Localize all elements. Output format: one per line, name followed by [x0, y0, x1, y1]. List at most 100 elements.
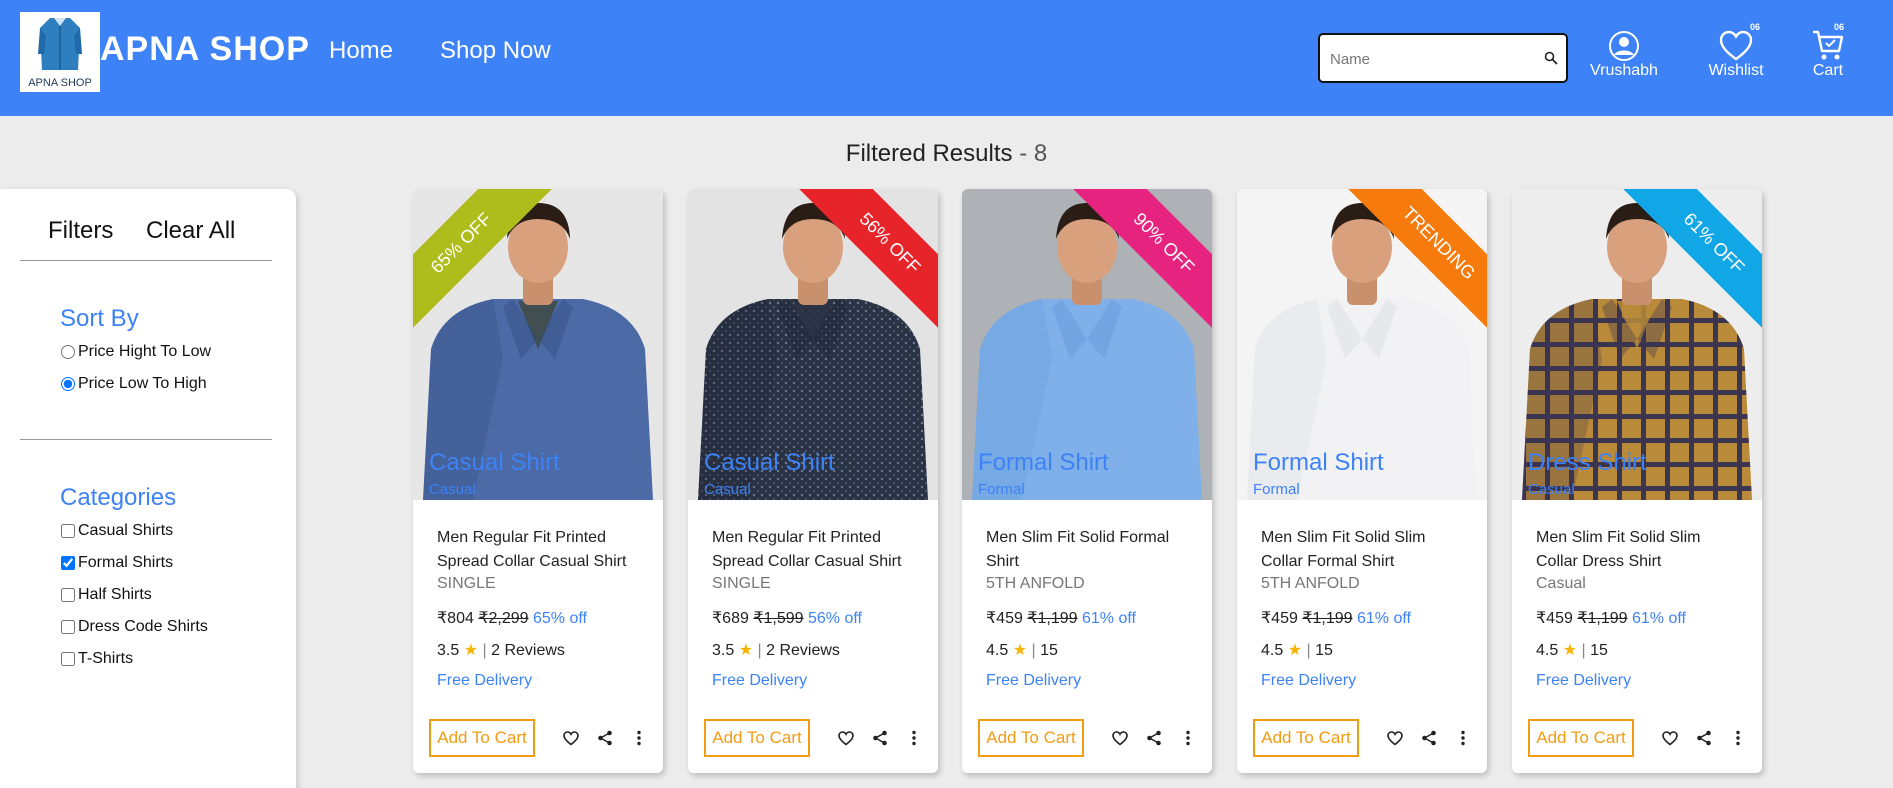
- nav-home[interactable]: Home: [329, 37, 393, 65]
- product-price: ₹459 ₹1,199 61% off: [1261, 608, 1411, 628]
- brand-name[interactable]: APNA SHOP: [100, 30, 310, 69]
- wishlist-heart-icon[interactable]: [1384, 727, 1406, 749]
- share-icon[interactable]: [594, 727, 616, 749]
- wishlist-heart-icon[interactable]: [560, 727, 582, 749]
- rating-separator: |: [757, 642, 762, 659]
- sale-price: ₹459: [986, 610, 1023, 627]
- product-name[interactable]: Men Slim Fit Solid Formal Shirt: [986, 526, 1196, 574]
- discount-percent: 61% off: [1357, 610, 1411, 627]
- overlay-category: Dress Shirt: [1528, 449, 1647, 476]
- product-name[interactable]: Men Slim Fit Solid Slim Collar Dress Shi…: [1536, 526, 1746, 574]
- product-photo[interactable]: 56% OFF Casual Shirt Casual: [688, 189, 938, 500]
- review-count: 2 Reviews: [766, 642, 840, 659]
- product-card[interactable]: 90% OFF Formal Shirt Formal Men Slim Fit…: [962, 189, 1212, 773]
- product-photo[interactable]: 65% OFF Casual Shirt Casual: [413, 189, 663, 500]
- rating-value: 4.5: [1261, 642, 1284, 659]
- add-to-cart-button[interactable]: Add To Cart: [429, 719, 535, 757]
- product-card[interactable]: TRENDING Formal Shirt Formal Men Slim Fi…: [1237, 189, 1487, 773]
- original-price: ₹1,199: [1577, 610, 1628, 627]
- overlay-category: Formal Shirt: [1253, 449, 1384, 476]
- category-half-shirts[interactable]: Half Shirts: [60, 586, 152, 604]
- add-to-cart-button[interactable]: Add To Cart: [704, 719, 810, 757]
- category-formal-shirts[interactable]: Formal Shirts: [60, 554, 173, 572]
- nav-shop-now[interactable]: Shop Now: [440, 37, 551, 65]
- product-photo[interactable]: TRENDING Formal Shirt Formal: [1237, 189, 1487, 500]
- category-checkbox[interactable]: [61, 620, 75, 634]
- add-to-cart-button[interactable]: Add To Cart: [978, 719, 1084, 757]
- more-options-icon[interactable]: [1452, 727, 1474, 749]
- sort-option-label: Price Hight To Low: [78, 343, 212, 360]
- product-card[interactable]: 56% OFF Casual Shirt Casual Men Regular …: [688, 189, 938, 773]
- more-options-icon[interactable]: [1177, 727, 1199, 749]
- search-icon[interactable]: [1544, 50, 1558, 69]
- search-box: [1318, 33, 1568, 83]
- sort-option-high-low[interactable]: Price Hight To Low: [60, 343, 211, 361]
- wishlist-heart-icon[interactable]: [1659, 727, 1681, 749]
- category-checkbox[interactable]: [61, 524, 75, 538]
- offer-ribbon: 90% OFF: [1072, 189, 1212, 329]
- product-card[interactable]: 65% OFF Casual Shirt Casual Men Regular …: [413, 189, 663, 773]
- category-checkbox[interactable]: [61, 588, 75, 602]
- product-photo[interactable]: 90% OFF Formal Shirt Formal: [962, 189, 1212, 500]
- rating-value: 3.5: [437, 642, 460, 659]
- star-icon: ★: [1562, 642, 1578, 659]
- cart[interactable]: 06 Cart: [1800, 22, 1856, 80]
- ribbon-label: TRENDING: [1347, 189, 1487, 329]
- wishlist-label: Wishlist: [1708, 62, 1764, 79]
- review-count: 15: [1040, 642, 1058, 659]
- more-options-icon[interactable]: [628, 727, 650, 749]
- product-name[interactable]: Men Regular Fit Printed Spread Collar Ca…: [712, 526, 922, 574]
- star-icon: ★: [1012, 642, 1028, 659]
- product-name[interactable]: Men Slim Fit Solid Slim Collar Formal Sh…: [1261, 526, 1471, 574]
- product-name[interactable]: Men Regular Fit Printed Spread Collar Ca…: [437, 526, 647, 574]
- offer-ribbon: TRENDING: [1347, 189, 1487, 329]
- clear-all-button[interactable]: Clear All: [146, 217, 235, 245]
- rating-separator: |: [1306, 642, 1311, 659]
- review-count: 2 Reviews: [491, 642, 565, 659]
- search-input[interactable]: [1330, 47, 1530, 71]
- sort-radio-low-high[interactable]: [61, 377, 75, 391]
- category-label: Half Shirts: [78, 586, 152, 603]
- sort-option-low-high[interactable]: Price Low To High: [60, 375, 207, 393]
- category-label: Formal Shirts: [78, 554, 174, 571]
- category-casual-shirts[interactable]: Casual Shirts: [60, 522, 173, 540]
- add-to-cart-button[interactable]: Add To Cart: [1528, 719, 1634, 757]
- product-price: ₹804 ₹2,299 65% off: [437, 608, 587, 628]
- wishlist-heart-icon[interactable]: [1109, 727, 1131, 749]
- logo[interactable]: APNA SHOP: [20, 12, 100, 92]
- ribbon-label: 65% OFF: [413, 189, 553, 329]
- sort-radio-high-low[interactable]: [61, 345, 75, 359]
- ribbon-label: 61% OFF: [1622, 189, 1762, 329]
- review-count: 15: [1315, 642, 1333, 659]
- rating-separator: |: [1031, 642, 1036, 659]
- category-label: Casual Shirts: [78, 522, 174, 539]
- filters-heading: Filters: [48, 217, 114, 244]
- wishlist-heart-icon[interactable]: [835, 727, 857, 749]
- product-seller: 5TH ANFOLD: [1261, 575, 1360, 592]
- wishlist[interactable]: 06 Wishlist: [1700, 22, 1772, 80]
- sort-option-label: Price Low To High: [78, 375, 207, 392]
- category-t-shirts[interactable]: T-Shirts: [60, 650, 133, 668]
- share-icon[interactable]: [869, 727, 891, 749]
- product-photo[interactable]: 61% OFF Dress Shirt Casual: [1512, 189, 1762, 500]
- discount-percent: 61% off: [1632, 610, 1686, 627]
- rating-separator: |: [482, 642, 487, 659]
- delivery-info: Free Delivery: [1261, 672, 1357, 689]
- product-seller: 5TH ANFOLD: [986, 575, 1085, 592]
- sale-price: ₹804: [437, 610, 474, 627]
- category-checkbox[interactable]: [61, 652, 75, 666]
- more-options-icon[interactable]: [903, 727, 925, 749]
- share-icon[interactable]: [1143, 727, 1165, 749]
- share-icon[interactable]: [1693, 727, 1715, 749]
- share-icon[interactable]: [1418, 727, 1440, 749]
- heart-icon: [1719, 30, 1753, 61]
- star-icon: ★: [738, 642, 754, 659]
- category-checkbox[interactable]: [61, 556, 75, 570]
- user-account[interactable]: Vrushabh: [1588, 24, 1660, 80]
- category-label: T-Shirts: [78, 650, 134, 667]
- category-dress-code-shirts[interactable]: Dress Code Shirts: [60, 618, 208, 636]
- add-to-cart-button[interactable]: Add To Cart: [1253, 719, 1359, 757]
- product-card[interactable]: 61% OFF Dress Shirt Casual Men Slim Fit …: [1512, 189, 1762, 773]
- more-options-icon[interactable]: [1727, 727, 1749, 749]
- user-label: Vrushabh: [1590, 62, 1658, 79]
